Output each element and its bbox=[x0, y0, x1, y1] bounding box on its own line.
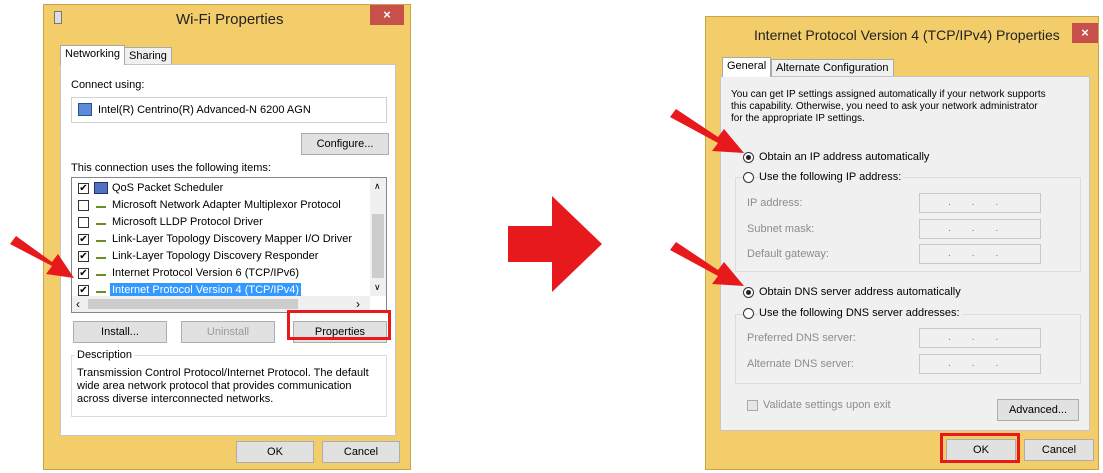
validate-checkbox[interactable] bbox=[747, 400, 758, 411]
description-line-1: Transmission Control Protocol/Internet P… bbox=[77, 367, 369, 379]
intro-line-2: this capability. Otherwise, you need to … bbox=[731, 101, 1038, 112]
scroll-thumb[interactable] bbox=[372, 214, 384, 278]
preferred-dns-label: Preferred DNS server: bbox=[747, 332, 856, 344]
alternate-dns-field[interactable]: ... bbox=[919, 354, 1041, 374]
general-panel: You can get IP settings assigned automat… bbox=[720, 76, 1090, 431]
subnet-label: Subnet mask: bbox=[747, 223, 815, 235]
ok-highlight bbox=[940, 433, 1020, 463]
protocol-icon bbox=[96, 274, 106, 278]
list-item[interactable]: ✔ Link-Layer Topology Discovery Responde… bbox=[72, 248, 368, 265]
alternate-dns-label: Alternate DNS server: bbox=[747, 358, 854, 370]
description-label: Description bbox=[75, 349, 135, 361]
vertical-scrollbar[interactable]: ∧ ∨ bbox=[370, 178, 386, 296]
ip-address-field[interactable]: ... bbox=[919, 193, 1041, 213]
scroll-up-icon[interactable]: ∧ bbox=[374, 181, 381, 192]
gateway-field[interactable]: ... bbox=[919, 244, 1041, 264]
dialog-title: Wi-Fi Properties bbox=[176, 11, 284, 28]
obtain-dns-label[interactable]: Obtain DNS server address automatically bbox=[759, 286, 961, 298]
checkbox-ipv4[interactable]: ✔ bbox=[78, 285, 89, 296]
checkbox-qos[interactable]: ✔ bbox=[78, 183, 89, 194]
tab-networking[interactable]: Networking bbox=[60, 45, 126, 65]
list-item[interactable]: ✔ Internet Protocol Version 6 (TCP/IPv6) bbox=[72, 265, 368, 282]
intro-line-1: You can get IP settings assigned automat… bbox=[731, 89, 1046, 100]
protocol-icon bbox=[96, 257, 106, 261]
adapter-name: Intel(R) Centrino(R) Advanced-N 6200 AGN bbox=[98, 104, 311, 116]
checkbox-lldp[interactable] bbox=[78, 217, 89, 228]
arrow-icon bbox=[10, 236, 74, 278]
protocol-icon bbox=[96, 240, 106, 244]
list-item[interactable]: Microsoft LLDP Protocol Driver bbox=[72, 214, 368, 231]
protocol-icon bbox=[96, 206, 106, 210]
big-arrow-icon bbox=[508, 196, 602, 292]
install-button[interactable]: Install... bbox=[73, 321, 167, 343]
checkbox-ipv6[interactable]: ✔ bbox=[78, 268, 89, 279]
protocol-icon bbox=[96, 223, 106, 227]
tab-general[interactable]: General bbox=[722, 57, 772, 77]
ok-button[interactable]: OK bbox=[236, 441, 314, 463]
intro-line-3: for the appropriate IP settings. bbox=[731, 113, 865, 124]
use-dns-label[interactable]: Use the following DNS server addresses: bbox=[759, 307, 962, 319]
gateway-label: Default gateway: bbox=[747, 248, 829, 260]
scroll-right-icon[interactable]: › bbox=[356, 297, 360, 311]
tab-sharing[interactable]: Sharing bbox=[124, 47, 172, 65]
scroll-thumb-h[interactable] bbox=[88, 299, 298, 309]
obtain-ip-label[interactable]: Obtain an IP address automatically bbox=[759, 151, 929, 163]
checkbox-multiplexor[interactable] bbox=[78, 200, 89, 211]
close-button[interactable]: × bbox=[1072, 23, 1098, 43]
use-dns-radio[interactable] bbox=[743, 308, 754, 319]
description-line-2: wide area network protocol that provides… bbox=[77, 380, 352, 392]
connect-using-label: Connect using: bbox=[71, 79, 145, 91]
adapter-icon bbox=[78, 103, 92, 116]
uninstall-button[interactable]: Uninstall bbox=[181, 321, 275, 343]
items-list: ✔ QoS Packet Scheduler Microsoft Network… bbox=[71, 177, 387, 313]
list-item[interactable]: ✔ Link-Layer Topology Discovery Mapper I… bbox=[72, 231, 368, 248]
close-icon: × bbox=[1081, 25, 1089, 40]
protocol-icon bbox=[96, 291, 106, 295]
checkbox-lltd-responder[interactable]: ✔ bbox=[78, 251, 89, 262]
arrow-icon bbox=[670, 109, 744, 153]
ipv4-properties-dialog: Internet Protocol Version 4 (TCP/IPv4) P… bbox=[705, 16, 1099, 470]
description-line-3: across diverse interconnected networks. bbox=[77, 393, 274, 405]
network-icon bbox=[54, 11, 62, 24]
advanced-button[interactable]: Advanced... bbox=[997, 399, 1079, 421]
cancel-button[interactable]: Cancel bbox=[1024, 439, 1094, 461]
adapter-box: Intel(R) Centrino(R) Advanced-N 6200 AGN bbox=[71, 97, 387, 123]
scroll-left-icon[interactable]: ‹ bbox=[76, 297, 80, 311]
dialog-title: Internet Protocol Version 4 (TCP/IPv4) P… bbox=[754, 27, 1060, 43]
use-ip-radio[interactable] bbox=[743, 172, 754, 183]
list-item[interactable]: ✔ QoS Packet Scheduler bbox=[72, 180, 368, 197]
checkbox-lltd-mapper[interactable]: ✔ bbox=[78, 234, 89, 245]
use-ip-label[interactable]: Use the following IP address: bbox=[759, 171, 904, 183]
wifi-properties-dialog: Wi-Fi Properties × Networking Sharing Co… bbox=[43, 4, 411, 470]
subnet-field[interactable]: ... bbox=[919, 219, 1041, 239]
arrow-icon bbox=[670, 242, 744, 286]
configure-button[interactable]: Configure... bbox=[301, 133, 389, 155]
close-button[interactable]: × bbox=[370, 5, 404, 25]
properties-highlight bbox=[287, 310, 391, 340]
ip-address-label: IP address: bbox=[747, 197, 803, 209]
cancel-button[interactable]: Cancel bbox=[322, 441, 400, 463]
validate-label[interactable]: Validate settings upon exit bbox=[763, 399, 891, 411]
preferred-dns-field[interactable]: ... bbox=[919, 328, 1041, 348]
close-icon: × bbox=[383, 7, 391, 22]
networking-panel: Connect using: Intel(R) Centrino(R) Adva… bbox=[60, 64, 396, 436]
qos-icon bbox=[94, 182, 108, 194]
tab-alternate-configuration[interactable]: Alternate Configuration bbox=[771, 59, 894, 77]
items-label: This connection uses the following items… bbox=[71, 162, 271, 174]
scroll-down-icon[interactable]: ∨ bbox=[374, 282, 381, 293]
list-item[interactable]: Microsoft Network Adapter Multiplexor Pr… bbox=[72, 197, 368, 214]
